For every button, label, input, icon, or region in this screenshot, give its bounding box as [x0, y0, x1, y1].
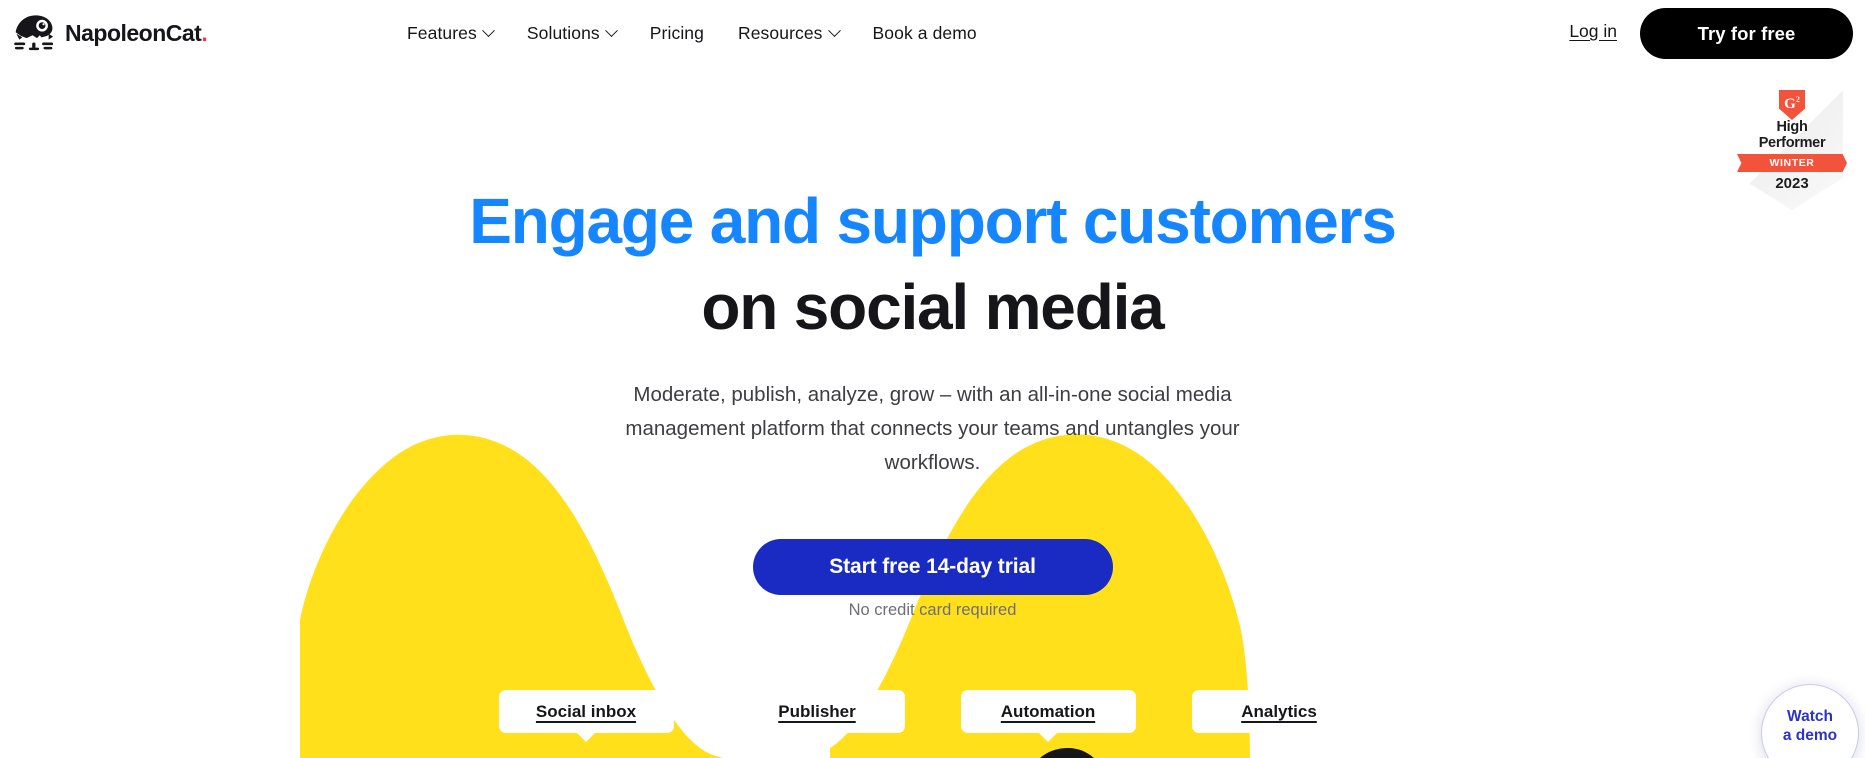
watch-demo-line1: Watch — [1787, 708, 1833, 725]
nav-label: Resources — [737, 22, 823, 43]
nav-label: Features — [407, 22, 477, 43]
nav-item-pricing[interactable]: Pricing — [633, 15, 721, 52]
landing-page: NapoleonCat. Features Solutions Pricing … — [0, 0, 1865, 758]
feature-pill-publisher[interactable]: Publisher — [729, 690, 905, 742]
pill-label: Automation — [1000, 701, 1096, 721]
hero-subheading: Moderate, publish, analyze, grow – with … — [625, 383, 1240, 474]
logo-wordmark: NapoleonCat. — [65, 19, 208, 46]
headline-line-1: Engage and support customers — [469, 185, 1397, 257]
headline-line-2: on social media — [701, 271, 1164, 343]
badge-title: High Performer — [1741, 119, 1843, 151]
feature-pill-row: Social inbox Publisher Automation Analyt… — [0, 690, 1865, 742]
g2-high-performer-badge[interactable]: G2 High Performer WINTER 2023 — [1737, 88, 1847, 210]
pill-label: Analytics — [1241, 701, 1317, 721]
nav-label: Book a demo — [872, 22, 977, 43]
login-link[interactable]: Log in — [1569, 21, 1617, 42]
nav-item-book-a-demo[interactable]: Book a demo — [856, 15, 994, 52]
site-header: NapoleonCat. Features Solutions Pricing … — [0, 0, 1865, 66]
cat-head-icon — [14, 15, 54, 51]
try-for-free-button[interactable]: Try for free — [1640, 8, 1853, 59]
g2-letter: G — [1784, 96, 1796, 112]
badge-year: 2023 — [1775, 175, 1809, 192]
chevron-down-icon — [482, 23, 495, 37]
badge-season-ribbon: WINTER — [1737, 154, 1847, 172]
chevron-down-icon — [604, 23, 618, 37]
nav-item-solutions[interactable]: Solutions — [510, 15, 633, 52]
nav-label: Pricing — [649, 22, 704, 43]
watch-a-demo-button[interactable]: Watch a demo — [1761, 684, 1859, 758]
watch-demo-line2: a demo — [1782, 727, 1838, 744]
chevron-down-icon — [827, 23, 841, 37]
feature-pill-social-inbox[interactable]: Social inbox — [498, 690, 674, 742]
nav-label: Solutions — [526, 22, 600, 43]
feature-pill-automation[interactable]: Automation — [960, 690, 1136, 742]
g2-superscript: 2 — [1795, 95, 1800, 104]
nav-item-features[interactable]: Features — [390, 15, 510, 52]
main-navigation: Features Solutions Pricing Resources Boo… — [390, 0, 994, 66]
pill-label: Publisher — [778, 701, 856, 721]
feature-pill-analytics[interactable]: Analytics — [1191, 690, 1367, 742]
cta-note: No credit card required — [848, 601, 1017, 619]
nav-item-resources[interactable]: Resources — [721, 15, 856, 52]
brand-name: NapoleonCat — [65, 19, 202, 46]
brand-dot: . — [201, 19, 208, 46]
start-free-trial-button[interactable]: Start free 14-day trial — [752, 539, 1113, 595]
page-title: Engage and support customers on social m… — [0, 178, 1865, 350]
logo-link[interactable]: NapoleonCat. — [12, 13, 208, 53]
pill-label: Social inbox — [535, 701, 637, 721]
cat-peek-decoration — [1040, 748, 1094, 758]
badge-title-line2: Performer — [1758, 135, 1826, 151]
badge-title-line1: High — [1776, 119, 1808, 135]
